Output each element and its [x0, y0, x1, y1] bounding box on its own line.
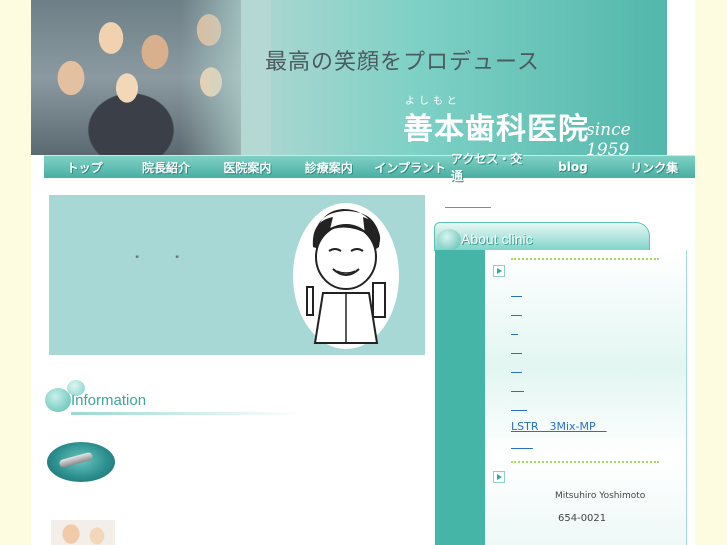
link-item[interactable]	[511, 315, 522, 316]
site-header: 最高の笑顔をプロデュース よしもと 善本歯科医院 since 1959	[31, 0, 667, 155]
nav-clinic-info[interactable]: 医院案内	[207, 156, 288, 178]
nav-treatment[interactable]: 診療案内	[288, 156, 369, 178]
about-clinic-tab: About clinic	[434, 222, 650, 251]
dotted-divider	[511, 461, 659, 463]
header-slogan: 最高の笑顔をプロデュース	[265, 50, 540, 75]
lstr-3mix-link[interactable]: LSTR 3Mix-MP	[511, 418, 607, 434]
nav-director[interactable]: 院長紹介	[125, 156, 206, 178]
caricature-drawing	[306, 209, 386, 344]
family-thumbnail[interactable]	[51, 520, 115, 545]
about-sidebar-strip	[435, 250, 485, 545]
information-underline	[71, 412, 301, 415]
since-year: since 1959	[586, 120, 631, 155]
doctor-caricature	[293, 203, 399, 349]
photo-fade	[181, 0, 271, 155]
top-link-stub[interactable]	[445, 207, 491, 208]
quote-close: "	[175, 255, 180, 265]
quote-open: "	[135, 255, 140, 265]
nav-links[interactable]: リンク集	[614, 156, 695, 178]
link-item[interactable]	[511, 448, 533, 449]
link-item[interactable]	[511, 353, 522, 354]
dotted-divider	[511, 258, 659, 260]
page-container: 最高の笑顔をプロデュース よしもと 善本歯科医院 since 1959 トップ …	[31, 0, 695, 545]
postal-code: 654-0021	[558, 513, 607, 524]
nav-implant[interactable]: インプラント	[370, 156, 451, 178]
play-arrow-icon[interactable]	[493, 265, 505, 277]
nav-top[interactable]: トップ	[44, 156, 125, 178]
nav-blog[interactable]: blog	[532, 156, 613, 178]
doctor-name: Mitsuhiro Yoshimoto	[555, 491, 646, 501]
bubble-icon	[437, 229, 461, 251]
about-clinic-title: About clinic	[461, 231, 533, 247]
link-item[interactable]	[511, 391, 524, 392]
nav-access[interactable]: アクセス・交通	[451, 152, 532, 183]
information-heading: Information	[45, 378, 301, 418]
link-item[interactable]	[511, 372, 522, 373]
link-item[interactable]	[511, 334, 518, 335]
information-title: Information	[71, 392, 147, 409]
clinic-name[interactable]: 善本歯科医院	[403, 104, 589, 148]
link-item[interactable]	[511, 410, 527, 411]
play-arrow-icon[interactable]	[493, 471, 505, 483]
feature-box: " "	[49, 195, 425, 355]
link-item[interactable]	[511, 296, 522, 297]
main-nav: トップ 院長紹介 医院案内 診療案内 インプラント アクセス・交通 blog リ…	[44, 152, 695, 183]
